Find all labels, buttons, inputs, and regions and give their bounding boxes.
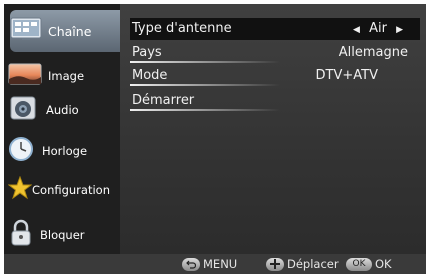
sidebar-item-chaine[interactable]: Chaîne [10, 10, 120, 52]
footer-help-bar: MENU Déplacer OK OK [4, 254, 426, 274]
sidebar-item-horloge[interactable]: Horloge [8, 132, 120, 170]
sidebar-item-audio[interactable]: Audio [8, 91, 120, 129]
star-icon [7, 175, 33, 204]
row-underline [130, 109, 280, 111]
row-start[interactable]: Démarrer [130, 90, 420, 112]
dpad-icon [266, 257, 284, 271]
arrow-right-icon[interactable]: ▶ [396, 25, 403, 35]
clock-icon [8, 136, 36, 166]
menu-hint[interactable]: MENU [182, 256, 237, 272]
sidebar-item-label: Image [48, 69, 85, 83]
row-country[interactable]: Pays Allemagne [130, 42, 420, 64]
antenna-type-value: ◀ Air ▶ [348, 21, 408, 36]
sidebar-item-configuration[interactable]: Configuration [7, 171, 120, 209]
ok-hint-label: OK [375, 257, 392, 271]
tv-channel-icon [10, 17, 42, 45]
sidebar-item-image[interactable]: Image [8, 57, 120, 95]
channel-settings-panel: Type d'antenne ◀ Air ▶ Pays Allemagne Mo… [120, 4, 426, 254]
move-hint[interactable]: Déplacer [266, 256, 339, 272]
picture-icon [8, 62, 42, 90]
sidebar-item-label: Configuration [32, 183, 110, 197]
mode-value: DTV+ATV [315, 68, 378, 83]
row-mode[interactable]: Mode DTV+ATV [130, 65, 420, 87]
menu-hint-label: MENU [203, 257, 238, 271]
tv-osd-screen: Chaîne Image Audio Horloge Configuration… [4, 4, 426, 274]
country-value: Allemagne [338, 45, 408, 60]
ok-button-icon: OK [346, 257, 372, 271]
arrow-left-icon[interactable]: ◀ [353, 25, 360, 35]
speaker-icon [8, 95, 40, 125]
sidebar-item-label: Horloge [42, 144, 88, 158]
mode-label: Mode [132, 68, 168, 83]
antenna-type-label: Type d'antenne [132, 21, 232, 36]
sidebar-item-label: Bloquer [40, 228, 85, 242]
sidebar: Chaîne Image Audio Horloge Configuration… [4, 4, 120, 254]
ok-hint[interactable]: OK OK [346, 256, 392, 272]
country-label: Pays [132, 45, 162, 60]
row-underline [130, 84, 280, 86]
sidebar-item-bloquer[interactable]: Bloquer [8, 216, 120, 254]
row-antenna-type[interactable]: Type d'antenne ◀ Air ▶ [130, 18, 420, 40]
start-label: Démarrer [132, 93, 195, 108]
antenna-type-value-text: Air [369, 21, 387, 36]
row-underline [130, 61, 280, 63]
move-hint-label: Déplacer [287, 257, 339, 271]
lock-icon [8, 219, 34, 251]
sidebar-item-label: Audio [46, 103, 79, 117]
return-icon [182, 257, 200, 271]
sidebar-item-label: Chaîne [48, 23, 92, 39]
